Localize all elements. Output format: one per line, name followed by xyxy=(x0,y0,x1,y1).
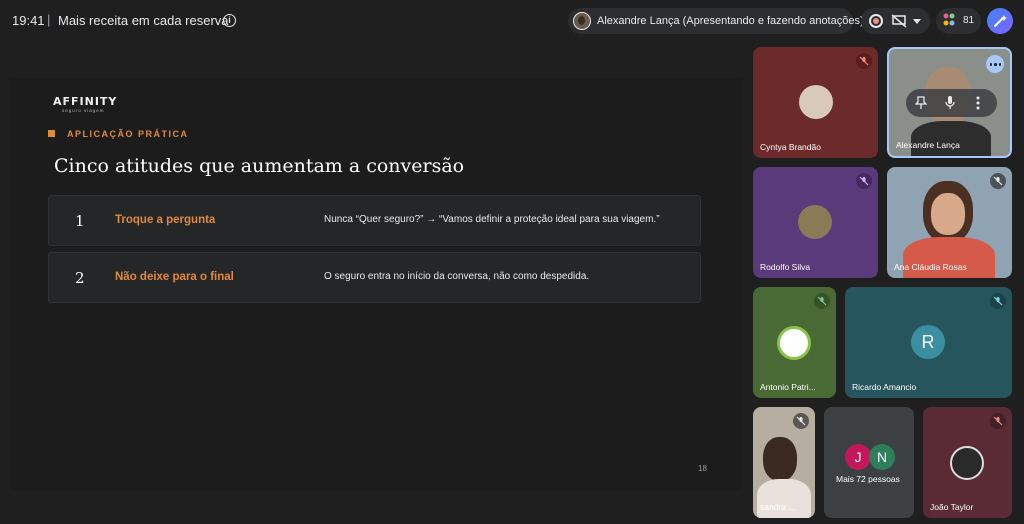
recording-controls[interactable] xyxy=(861,8,930,34)
more-participants-label: Mais 72 pessoas xyxy=(836,474,900,484)
presenter-label: Alexandre Lança (Apresentando e fazendo … xyxy=(597,15,864,27)
slide-row: 1 Troque a pergunta Nunca “Quer seguro?”… xyxy=(48,195,701,246)
participant-tile-ana-claudia[interactable]: Ana Cláudia Rosas xyxy=(887,167,1012,278)
participants-button[interactable]: 81 xyxy=(936,8,981,34)
top-bar: 19:41 | Mais receita em cada reserva i A… xyxy=(0,0,1024,42)
row-description: Nunca “Quer seguro?” → “Vamos definir a … xyxy=(324,214,660,225)
participant-initial-avatar: N xyxy=(869,444,895,470)
participant-tile-ricardo[interactable]: R Ricardo Amancio xyxy=(845,287,1012,398)
participants-icon xyxy=(943,13,955,26)
participant-video xyxy=(763,437,797,481)
row-number: 1 xyxy=(75,212,85,230)
mic-off-icon xyxy=(793,413,809,429)
participant-tile-antonio[interactable]: Antonio Patri... xyxy=(753,287,836,398)
info-icon[interactable]: i xyxy=(223,14,236,27)
participant-avatar xyxy=(777,326,811,360)
participant-avatar xyxy=(950,446,984,480)
more-options-icon[interactable] xyxy=(986,55,1004,73)
row-label: Não deixe para o final xyxy=(115,271,234,283)
participant-name: Rodolfo Silva xyxy=(760,262,811,272)
ai-assistant-button[interactable] xyxy=(987,8,1013,34)
slide-kicker: APLICAÇÃO PRÁTICA xyxy=(67,129,189,139)
logo-tagline: seguro viagem xyxy=(62,108,105,113)
participant-name: João Taylor xyxy=(930,502,974,512)
kicker-marker xyxy=(48,130,55,137)
participant-initial-avatar: J xyxy=(845,444,871,470)
mic-off-icon xyxy=(856,53,872,69)
presentation-slide: AFFINITY seguro viagem APLICAÇÃO PRÁTICA… xyxy=(10,79,742,490)
participant-name: Alexandre Lança xyxy=(896,140,960,150)
more-participants-tile[interactable]: J N Mais 72 pessoas xyxy=(824,407,914,518)
participant-face xyxy=(931,193,965,235)
slide-page-number: 18 xyxy=(698,464,707,473)
presenter-avatar xyxy=(573,12,591,30)
participant-tile-cyntya[interactable]: Cyntya Brandão xyxy=(753,47,878,158)
participant-count: 81 xyxy=(963,15,975,26)
participant-name: Ricardo Amancio xyxy=(852,382,917,392)
pin-icon[interactable] xyxy=(915,96,927,110)
tile-hover-controls[interactable] xyxy=(906,89,997,117)
chevron-down-icon[interactable] xyxy=(913,19,921,24)
participant-avatar xyxy=(798,205,832,239)
clock: 19:41 xyxy=(12,13,45,28)
participant-name: sandra ... xyxy=(760,502,796,512)
participant-name: Ana Cláudia Rosas xyxy=(894,262,967,272)
mic-icon[interactable] xyxy=(944,95,956,111)
participant-name: Cyntya Brandão xyxy=(760,142,821,152)
participant-body xyxy=(757,479,811,518)
mic-off-icon xyxy=(856,173,872,189)
screen-share-off-icon[interactable] xyxy=(891,14,907,28)
slide-row: 2 Não deixe para o final O seguro entra … xyxy=(48,252,701,303)
participant-tile-alexandre[interactable]: Alexandre Lança xyxy=(887,47,1012,158)
pen-spark-icon xyxy=(994,15,1007,27)
mic-off-icon xyxy=(990,293,1006,309)
row-number: 2 xyxy=(75,269,85,287)
participant-initial-avatar: R xyxy=(911,325,945,359)
slide-title: Cinco atitudes que aumentam a conversão xyxy=(54,155,465,177)
presenter-pill[interactable]: Alexandre Lança (Apresentando e fazendo … xyxy=(568,8,864,34)
participant-name: Antonio Patri... xyxy=(760,382,816,392)
meeting-title: Mais receita em cada reserva xyxy=(58,13,229,28)
affinity-logo: AFFINITY xyxy=(53,95,118,108)
participant-tile-sandra[interactable]: sandra ... xyxy=(753,407,815,518)
mic-off-icon xyxy=(814,293,830,309)
title-separator: | xyxy=(47,12,51,27)
recording-icon[interactable] xyxy=(869,14,883,28)
row-label: Troque a pergunta xyxy=(115,214,216,226)
mic-off-icon xyxy=(990,173,1006,189)
participant-avatar xyxy=(799,85,833,119)
participant-tile-rodolfo[interactable]: Rodolfo Silva xyxy=(753,167,878,278)
more-vert-icon[interactable] xyxy=(976,96,980,110)
row-description: O seguro entra no início da conversa, nã… xyxy=(324,271,590,282)
mic-off-icon xyxy=(990,413,1006,429)
participant-tile-joao[interactable]: João Taylor xyxy=(923,407,1012,518)
